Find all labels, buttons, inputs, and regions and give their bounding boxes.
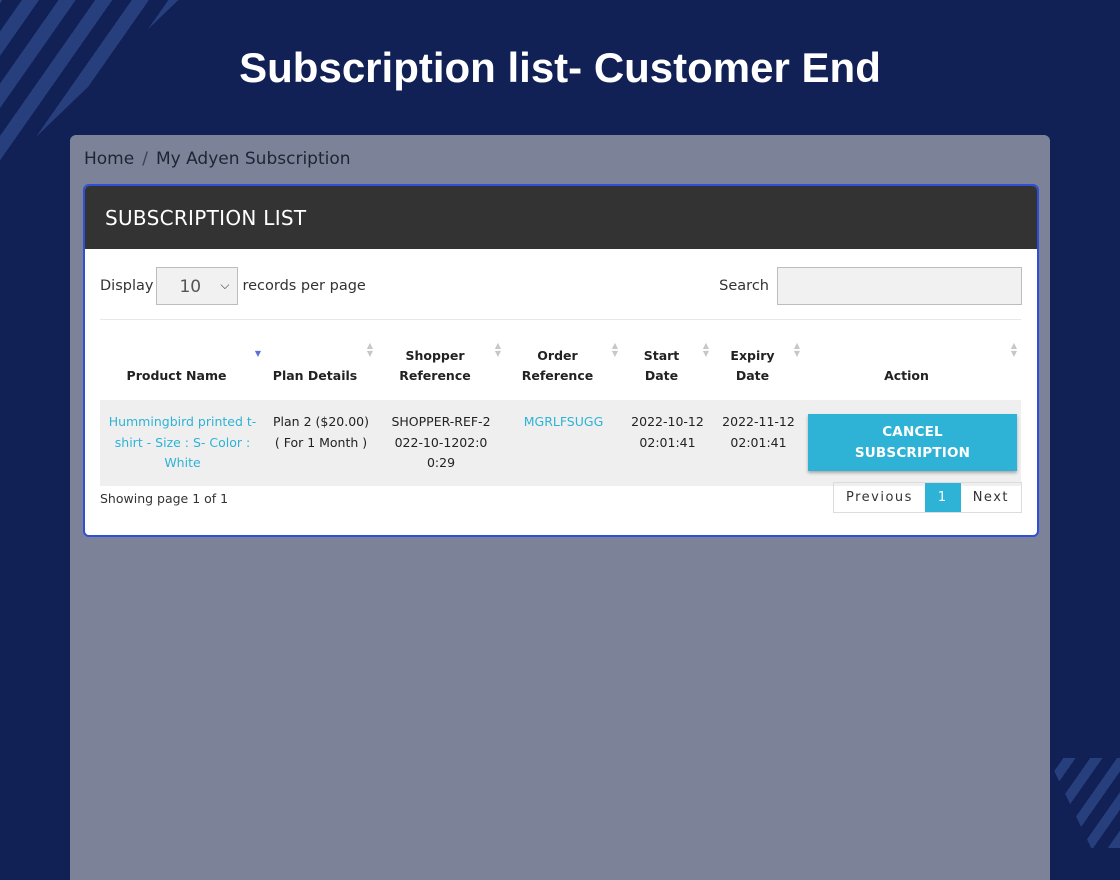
screenshot-frame: Home / My Adyen Subscription SUBSCRIPTION … [70,135,1050,880]
next-page-button[interactable]: Next [961,483,1021,512]
column-header-start-date[interactable]: Start Date ▲ ▼ [622,320,713,401]
records-per-page-control: Display 10 ⌵ records per page [100,266,366,306]
search-label: Search [719,278,769,294]
cancel-subscription-button[interactable]: CANCEL SUBSCRIPTION [808,414,1017,471]
sort-icon: ▲ ▼ [366,341,373,358]
records-per-page-value: 10 [179,277,202,297]
decorative-stripes-bottom-right [1048,758,1120,848]
column-header-order-reference[interactable]: Order Reference ▲ ▼ [505,320,622,401]
panel-title: SUBSCRIPTION LIST [105,205,307,230]
cell-expiry-date: 2022-11-12 02:01:41 [722,414,795,450]
records-per-page-select[interactable]: 10 ⌵ [156,267,239,305]
cell-action: CANCEL SUBSCRIPTION [804,400,1021,486]
sort-descending-icon: ▼ [254,349,261,358]
table-controls: Display 10 ⌵ records per page Search [100,266,1022,306]
table-row: Hummingbird printed t-shirt - Size : S- … [100,400,1021,486]
search-control: Search [719,266,1022,306]
breadcrumb-separator: / [142,149,148,169]
cell-order-reference: MGRLFSUGG [505,400,622,486]
sort-icon: ▲ ▼ [494,341,501,358]
cell-shopper-reference: SHOPPER-REF-2022-10-1202:00:29 [391,414,491,470]
search-input[interactable] [777,267,1022,305]
pagination-info: Showing page 1 of 1 [100,491,229,506]
column-header-action[interactable]: Action ▲ ▼ [804,320,1021,401]
breadcrumb-home-link[interactable]: Home [84,149,134,169]
chevron-down-icon: ⌵ [220,278,230,292]
breadcrumb-current: My Adyen Subscription [155,149,351,169]
sort-icon: ▲ ▼ [793,341,800,358]
cell-product-name: Hummingbird printed t-shirt - Size : S- … [100,400,265,486]
column-header-shopper-reference[interactable]: Shopper Reference ▲ ▼ [377,320,505,401]
breadcrumb: Home / My Adyen Subscription [84,149,351,169]
sort-icon: ▲ ▼ [702,341,709,358]
column-header-plan-details[interactable]: Plan Details ▲ ▼ [265,320,377,401]
sort-icon: ▲ ▼ [611,341,618,358]
previous-page-button[interactable]: Previous [834,483,925,512]
cell-start-date: 2022-10-12 02:01:41 [631,414,704,450]
display-label: Display [100,278,154,294]
page-title: Subscription list- Customer End [239,44,881,91]
current-page-button[interactable]: 1 [924,483,961,512]
cell-plan-details: Plan 2 ($20.00) ( For 1 Month ) [273,414,369,450]
pagination: Previous 1 Next [832,482,1022,513]
panel-header: SUBSCRIPTION LIST [85,186,1037,249]
product-link[interactable]: Hummingbird printed t-shirt - Size : S- … [109,414,257,470]
table-header-row: Product Name ▼ Plan Details ▲ ▼ Shopper Re… [100,319,1021,401]
column-header-expiry-date[interactable]: Expiry Date ▲ ▼ [713,320,804,401]
subscription-list-panel: SUBSCRIPTION LIST Display 10 ⌵ records p… [83,184,1039,537]
subscription-table: Product Name ▼ Plan Details ▲ ▼ Shopper Re… [100,319,1021,486]
order-reference-link[interactable]: MGRLFSUGG [524,414,604,429]
sort-icon: ▲ ▼ [1010,341,1017,358]
records-per-page-label: records per page [242,278,366,294]
column-header-product-name[interactable]: Product Name ▼ [100,320,265,401]
